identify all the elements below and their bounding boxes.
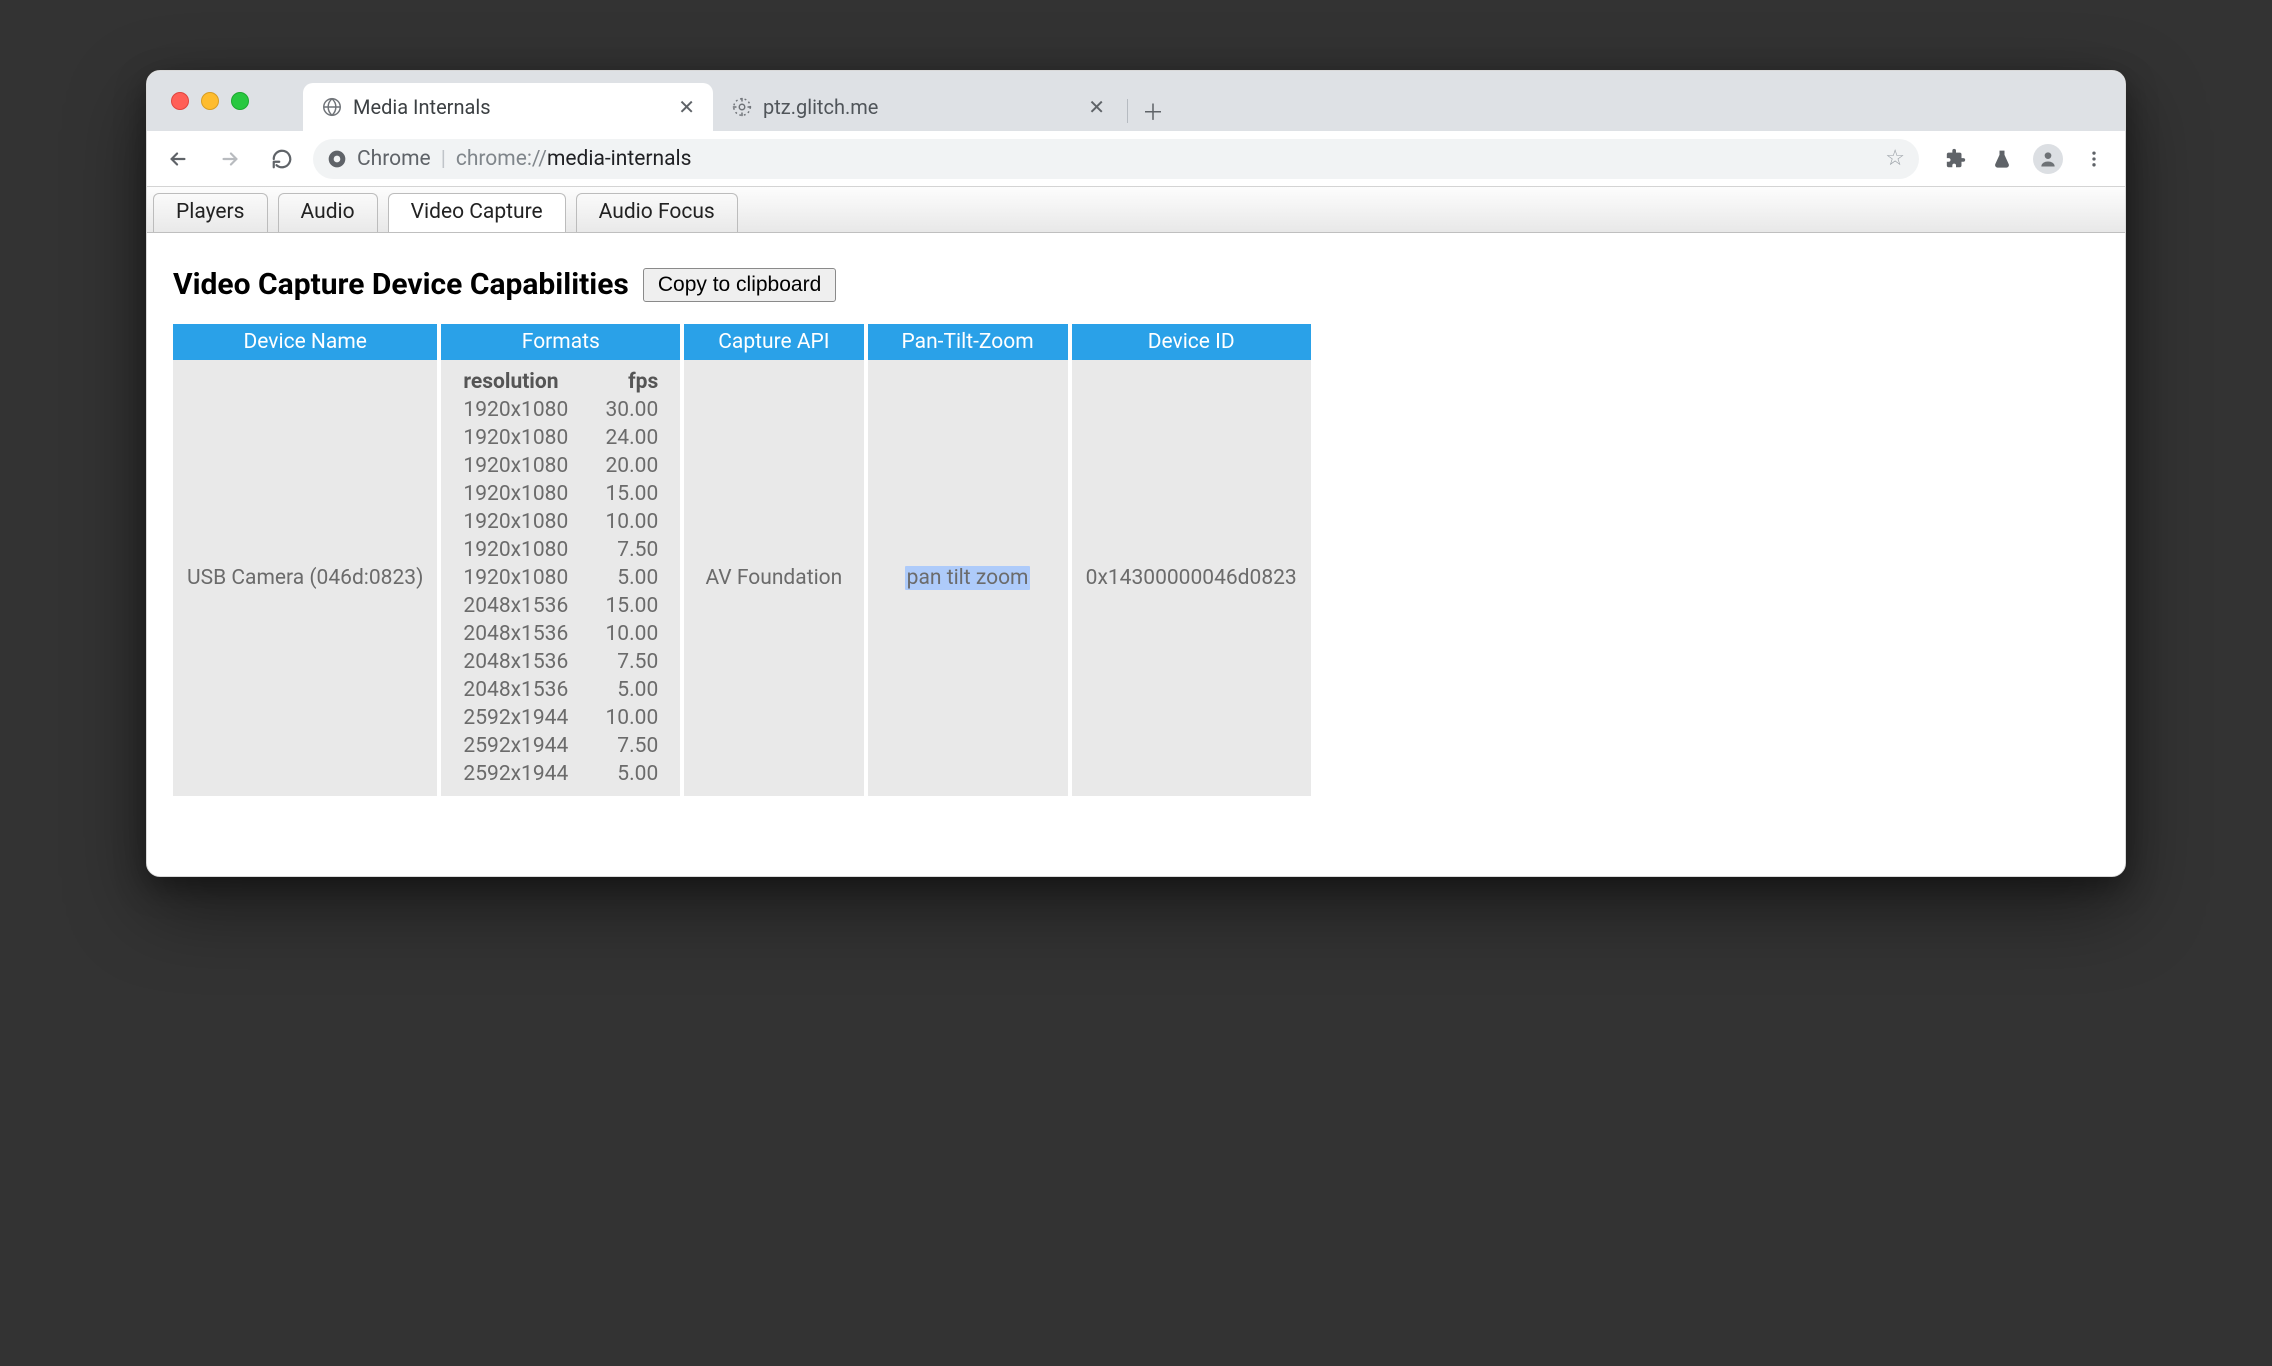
format-resolution: 1920x1080 (455, 508, 576, 536)
format-fps: 5.00 (576, 564, 666, 592)
format-fps: 7.50 (576, 648, 666, 676)
copy-to-clipboard-button[interactable]: Copy to clipboard (643, 268, 836, 302)
subtab-bar: Players Audio Video Capture Audio Focus (147, 187, 2125, 233)
format-resolution: 2048x1536 (455, 620, 576, 648)
site-identity-icon[interactable] (327, 149, 347, 169)
col-capture-api[interactable]: Capture API (682, 324, 865, 360)
device-id-cell: 0x14300000046d0823 (1070, 360, 1311, 796)
format-fps: 24.00 (576, 424, 666, 452)
format-resolution: 1920x1080 (455, 396, 576, 424)
format-resolution: 1920x1080 (455, 424, 576, 452)
format-row: 2048x153610.00 (455, 620, 666, 648)
col-device-name[interactable]: Device Name (173, 324, 439, 360)
bookmark-icon[interactable]: ☆ (1885, 146, 1905, 171)
format-row: 2592x19445.00 (455, 760, 666, 788)
omnibox-scheme: chrome:// (456, 147, 547, 171)
format-row: 2592x194410.00 (455, 704, 666, 732)
page: Players Audio Video Capture Audio Focus … (147, 187, 2125, 876)
format-resolution: 1920x1080 (455, 452, 576, 480)
tab-title: ptz.glitch.me (763, 95, 878, 119)
omnibox-separator: | (441, 147, 446, 171)
close-tab-icon[interactable]: ✕ (678, 95, 695, 119)
format-fps: 15.00 (576, 480, 666, 508)
format-resolution: 2592x1944 (455, 704, 576, 732)
format-row: 2048x15367.50 (455, 648, 666, 676)
back-button[interactable] (157, 138, 199, 180)
col-pan-tilt-zoom[interactable]: Pan-Tilt-Zoom (866, 324, 1070, 360)
crosshair-icon (731, 96, 753, 118)
profile-button[interactable] (2027, 138, 2069, 180)
format-row: 1920x108020.00 (455, 452, 666, 480)
formats-header-fps: fps (576, 368, 666, 396)
device-capabilities-table: Device Name Formats Capture API Pan-Tilt… (173, 324, 1311, 796)
format-fps: 30.00 (576, 396, 666, 424)
format-row: 1920x10807.50 (455, 536, 666, 564)
page-heading: Video Capture Device Capabilities (173, 267, 629, 302)
format-resolution: 1920x1080 (455, 480, 576, 508)
new-tab-button[interactable]: ＋ (1133, 91, 1173, 131)
labs-icon[interactable] (1981, 138, 2023, 180)
formats-header-resolution: resolution (455, 368, 576, 396)
table-row: USB Camera (046d:0823)resolutionfps1920x… (173, 360, 1311, 796)
formats-cell: resolutionfps1920x108030.001920x108024.0… (439, 360, 682, 796)
format-fps: 5.00 (576, 676, 666, 704)
format-row: 1920x108010.00 (455, 508, 666, 536)
format-fps: 10.00 (576, 508, 666, 536)
tab-ptz-glitch[interactable]: ptz.glitch.me ✕ (713, 83, 1123, 131)
subtab-video-capture[interactable]: Video Capture (388, 193, 566, 232)
col-device-id[interactable]: Device ID (1070, 324, 1311, 360)
format-fps: 15.00 (576, 592, 666, 620)
browser-window: Media Internals ✕ ptz.glitch.me ✕ ＋ (146, 70, 2126, 877)
format-resolution: 2048x1536 (455, 648, 576, 676)
close-window-button[interactable] (171, 92, 189, 110)
tabs: Media Internals ✕ ptz.glitch.me ✕ ＋ (303, 71, 1173, 131)
format-fps: 7.50 (576, 536, 666, 564)
format-resolution: 2048x1536 (455, 592, 576, 620)
tab-title: Media Internals (353, 95, 491, 119)
globe-icon (321, 96, 343, 118)
format-resolution: 2048x1536 (455, 676, 576, 704)
tab-media-internals[interactable]: Media Internals ✕ (303, 83, 713, 131)
subtab-players[interactable]: Players (153, 193, 268, 232)
format-resolution: 2592x1944 (455, 732, 576, 760)
format-row: 2048x15365.00 (455, 676, 666, 704)
format-fps: 5.00 (576, 760, 666, 788)
format-resolution: 1920x1080 (455, 564, 576, 592)
forward-button[interactable] (209, 138, 251, 180)
format-row: 1920x10805.00 (455, 564, 666, 592)
ptz-value: pan tilt zoom (905, 566, 1031, 590)
omnibox-path: media-internals (547, 147, 692, 171)
minimize-window-button[interactable] (201, 92, 219, 110)
avatar-icon (2033, 144, 2063, 174)
format-resolution: 2592x1944 (455, 760, 576, 788)
reload-button[interactable] (261, 138, 303, 180)
content: Video Capture Device Capabilities Copy t… (147, 233, 2125, 876)
toolbar: Chrome | chrome://media-internals ☆ (147, 131, 2125, 187)
format-fps: 7.50 (576, 732, 666, 760)
ptz-cell: pan tilt zoom (866, 360, 1070, 796)
format-row: 2048x153615.00 (455, 592, 666, 620)
close-tab-icon[interactable]: ✕ (1088, 95, 1105, 119)
format-row: 1920x108015.00 (455, 480, 666, 508)
subtab-audio-focus[interactable]: Audio Focus (576, 193, 738, 232)
extensions-icon[interactable] (1935, 138, 1977, 180)
zoom-window-button[interactable] (231, 92, 249, 110)
subtab-audio[interactable]: Audio (278, 193, 378, 232)
format-resolution: 1920x1080 (455, 536, 576, 564)
format-row: 2592x19447.50 (455, 732, 666, 760)
device-name-cell: USB Camera (046d:0823) (173, 360, 439, 796)
format-fps: 10.00 (576, 620, 666, 648)
address-bar[interactable]: Chrome | chrome://media-internals ☆ (313, 139, 1919, 179)
tabstrip: Media Internals ✕ ptz.glitch.me ✕ ＋ (147, 71, 2125, 131)
format-row: 1920x108024.00 (455, 424, 666, 452)
format-fps: 10.00 (576, 704, 666, 732)
toolbar-right (1935, 138, 2115, 180)
omnibox-origin-label: Chrome (357, 147, 431, 171)
format-fps: 20.00 (576, 452, 666, 480)
overflow-menu-icon[interactable] (2073, 138, 2115, 180)
col-formats[interactable]: Formats (439, 324, 682, 360)
capture-api-cell: AV Foundation (682, 360, 865, 796)
window-controls (171, 71, 249, 131)
format-row: 1920x108030.00 (455, 396, 666, 424)
